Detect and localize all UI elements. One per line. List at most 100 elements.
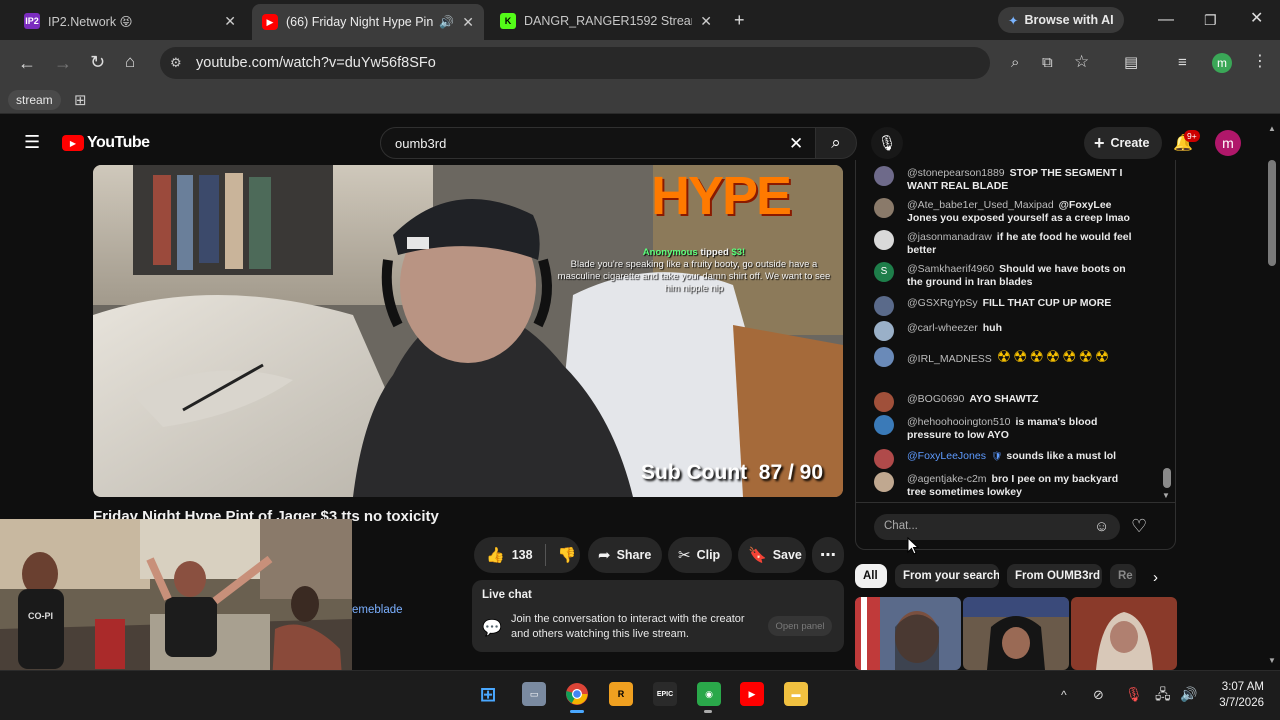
- reload-icon[interactable]: ↻: [90, 53, 105, 71]
- browse-with-ai-button[interactable]: ✦ Browse with AI: [998, 7, 1124, 33]
- save-button[interactable]: 🔖 Save: [738, 537, 806, 573]
- windows-start-icon[interactable]: ⊞: [476, 682, 500, 706]
- like-count[interactable]: 138: [512, 548, 533, 562]
- dislike-icon[interactable]: 👎: [558, 546, 577, 564]
- page-scroll-up-icon[interactable]: ▲: [1268, 124, 1276, 133]
- streamlabs-icon[interactable]: ◉: [697, 682, 721, 706]
- reading-list-icon[interactable]: ▤: [1124, 55, 1138, 71]
- audio-playing-icon[interactable]: 🔊: [439, 15, 454, 29]
- task-view-icon[interactable]: ▭: [522, 682, 546, 706]
- apps-grid-icon[interactable]: ⊞: [74, 91, 87, 109]
- account-avatar[interactable]: m: [1215, 130, 1241, 156]
- profile-avatar[interactable]: m: [1212, 53, 1232, 73]
- microphone-in-use-icon[interactable]: 🎙: [1125, 686, 1143, 702]
- video-player[interactable]: HYPE Anonymous tipped $3! Blade you're s…: [93, 165, 843, 497]
- chat-author-avatar[interactable]: [874, 472, 894, 492]
- chat-author-avatar[interactable]: [874, 198, 894, 218]
- home-icon[interactable]: ⌂: [125, 53, 135, 70]
- new-tab-icon[interactable]: +: [734, 11, 745, 29]
- clip-button[interactable]: ✂ Clip: [668, 537, 732, 573]
- show-hidden-icons-icon[interactable]: ^: [1061, 687, 1067, 703]
- search-box[interactable]: oumb3rd ✕: [380, 127, 816, 159]
- related-video-thumbnail[interactable]: [1071, 597, 1177, 670]
- bookmark-stream[interactable]: stream: [8, 90, 61, 110]
- browser-menu-icon[interactable]: ⋮: [1252, 54, 1268, 70]
- search-input[interactable]: oumb3rd: [395, 136, 446, 151]
- youtube-logo[interactable]: ▶ YouTube: [62, 134, 150, 152]
- tab-youtube-active[interactable]: ▶ (66) Friday Night Hype Pint 🔊 ✕: [252, 4, 484, 40]
- chat-scroll-down-icon[interactable]: ▼: [1162, 491, 1170, 500]
- chat-author-avatar[interactable]: [874, 347, 894, 367]
- chat-author-name[interactable]: @stonepearson1889: [907, 167, 1005, 179]
- channel-link[interactable]: emeblade: [352, 604, 403, 616]
- chat-author-avatar[interactable]: [874, 230, 894, 250]
- tab-ip2network[interactable]: IP2 IP2.Network 😝 ✕: [14, 6, 246, 36]
- like-icon[interactable]: 👍: [486, 546, 505, 564]
- chat-author-avatar[interactable]: [874, 166, 894, 186]
- page-scroll-down-icon[interactable]: ▼: [1268, 656, 1276, 665]
- filter-chip[interactable]: All: [855, 564, 887, 588]
- minimize-window-icon[interactable]: —: [1158, 12, 1174, 28]
- epic-games-icon[interactable]: EPIC: [653, 682, 677, 706]
- chat-author-avatar[interactable]: [874, 392, 894, 412]
- address-bar[interactable]: ⚙ youtube.com/watch?v=duYw56f8SFo: [160, 47, 990, 79]
- filter-chip[interactable]: Re: [1110, 564, 1136, 588]
- tab-kick-stream[interactable]: K DANGR_RANGER1592 Stream - ✕: [490, 6, 722, 36]
- chat-author-name[interactable]: @carl-wheezer: [907, 322, 978, 334]
- hamburger-menu-icon[interactable]: ☰: [24, 133, 40, 151]
- back-icon[interactable]: ←: [18, 54, 36, 72]
- site-info-icon[interactable]: ⚙: [170, 55, 182, 71]
- chat-author-name[interactable]: @IRL_MADNESS: [907, 353, 992, 365]
- chat-author-avatar[interactable]: [874, 415, 894, 435]
- super-thanks-heart-icon[interactable]: ♡: [1131, 516, 1147, 537]
- create-button[interactable]: + Create: [1084, 127, 1162, 159]
- chat-author-name[interactable]: @FoxyLeeJones: [907, 450, 986, 462]
- bookmark-star-icon[interactable]: ☆: [1074, 53, 1089, 70]
- chat-author-name[interactable]: @BOG0690: [907, 393, 964, 405]
- voice-search-button[interactable]: 🎙: [871, 127, 903, 159]
- forward-icon[interactable]: →: [54, 54, 72, 72]
- search-button[interactable]: ⌕: [815, 127, 857, 159]
- clear-search-icon[interactable]: ✕: [789, 134, 803, 154]
- restore-window-icon[interactable]: ❐: [1204, 12, 1217, 28]
- chat-author-name[interactable]: @jasonmanadraw: [907, 231, 992, 243]
- live-chat-description: Join the conversation to interact with t…: [511, 613, 745, 640]
- chat-author-avatar[interactable]: [874, 449, 894, 469]
- more-actions-button[interactable]: ⋯: [812, 537, 844, 573]
- chat-author-avatar[interactable]: S: [874, 262, 894, 282]
- volume-icon[interactable]: 🔊: [1180, 686, 1197, 702]
- close-tab-icon[interactable]: ✕: [224, 13, 236, 30]
- chat-author-name[interactable]: @Samkhaerif4960: [907, 263, 994, 275]
- tip-alert-overlay: Anonymous tipped $3! Blade you're speaki…: [553, 247, 835, 295]
- system-clock[interactable]: 3:07 AM 3/7/2026: [1206, 679, 1264, 711]
- network-icon[interactable]: 🖧: [1155, 686, 1171, 702]
- page-scrollbar-thumb[interactable]: [1268, 160, 1276, 266]
- media-controls-icon[interactable]: ≡: [1178, 55, 1187, 71]
- file-explorer-icon[interactable]: ▬: [784, 682, 808, 706]
- install-app-icon[interactable]: ⧉: [1042, 55, 1053, 71]
- chat-author-name[interactable]: @agentjake-c2m: [907, 473, 987, 485]
- close-window-icon[interactable]: ✕: [1250, 11, 1263, 27]
- chips-next-icon[interactable]: ›: [1153, 569, 1158, 586]
- filter-chip[interactable]: From OUMB3rd: [1007, 564, 1102, 588]
- related-video-thumbnail[interactable]: [855, 597, 961, 670]
- zoom-icon[interactable]: ⌕: [1011, 55, 1019, 71]
- close-tab-icon[interactable]: ✕: [700, 13, 712, 30]
- share-button[interactable]: ➦ Share: [588, 537, 662, 573]
- emoji-picker-icon[interactable]: ☺: [1094, 518, 1109, 535]
- chat-author-name[interactable]: @hehoohooington510: [907, 416, 1011, 428]
- wifi-off-icon[interactable]: ⊘: [1093, 687, 1104, 703]
- chat-author-name[interactable]: @GSXRgYpSy: [907, 297, 978, 309]
- url-text[interactable]: youtube.com/watch?v=duYw56f8SFo: [196, 55, 436, 71]
- filter-chip[interactable]: From your search: [895, 564, 999, 588]
- chat-author-name[interactable]: @Ate_babe1er_Used_Maxipad: [907, 199, 1054, 211]
- chat-author-avatar[interactable]: [874, 296, 894, 316]
- chat-scrollbar-thumb[interactable]: [1163, 468, 1171, 488]
- related-video-thumbnail[interactable]: [963, 597, 1069, 670]
- rockstar-launcher-icon[interactable]: R: [609, 682, 633, 706]
- close-tab-icon[interactable]: ✕: [462, 14, 474, 31]
- youtube-taskbar-icon[interactable]: ▶: [740, 682, 764, 706]
- chrome-taskbar-icon[interactable]: [565, 682, 589, 706]
- open-panel-button[interactable]: Open panel: [768, 616, 832, 636]
- chat-author-avatar[interactable]: [874, 321, 894, 341]
